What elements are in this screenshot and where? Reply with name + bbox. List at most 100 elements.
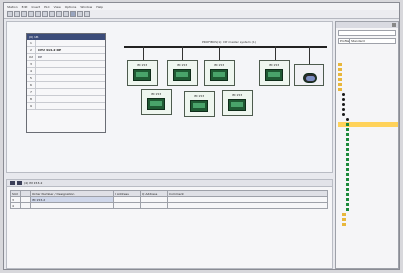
io-station-icon (265, 69, 283, 81)
module-icon (346, 133, 349, 136)
io-station-6[interactable]: IM 153 (141, 89, 172, 115)
cell-slot: 4 (10, 202, 21, 209)
slot-number: 8 (27, 96, 36, 102)
io-station-8[interactable]: IM 153 (222, 90, 253, 116)
network-icon[interactable] (77, 11, 83, 17)
node-icon (342, 113, 345, 116)
rack-slot-row[interactable]: 3 (27, 61, 105, 68)
io-station-icon (173, 69, 191, 81)
io-station-3[interactable]: IM 153 (204, 60, 235, 86)
node-icon (342, 98, 345, 101)
bus-drop (275, 46, 276, 60)
bus-drop (309, 46, 310, 64)
rack-slot-row[interactable]: 1 (27, 40, 105, 47)
cell-q-address[interactable] (140, 202, 168, 209)
station-label: IM 153 (214, 63, 225, 67)
slot-number: 7 (27, 89, 36, 95)
table-row[interactable]: 4 (10, 202, 328, 209)
slot-number: 5 (27, 75, 36, 81)
rack-slot-row[interactable]: 2 CPU 414-2 DP (27, 47, 105, 54)
cell-name[interactable] (30, 202, 114, 209)
cell-comment[interactable] (167, 202, 328, 209)
open-icon[interactable] (14, 11, 20, 17)
back-arrow-icon[interactable] (10, 181, 15, 185)
catalog-profile-field: Profile Standard (338, 38, 396, 44)
module-icon (346, 163, 349, 166)
menu-station[interactable]: Station (7, 5, 18, 9)
folder-icon (342, 218, 346, 221)
io-station-4[interactable]: IM 153 (259, 60, 290, 86)
upload-icon[interactable] (49, 11, 55, 17)
bus-drop (182, 46, 183, 60)
catalog-toggle-icon[interactable] (70, 11, 76, 17)
save-compile-icon[interactable] (28, 11, 34, 17)
io-station-5[interactable] (294, 64, 324, 86)
rack-slot-row[interactable]: X2 DP (27, 54, 105, 61)
node-icon (342, 108, 345, 111)
rack[interactable]: (0) UR 1 2 CPU 414-2 DP X2 DP 3 4 5 6 7 8 9 (26, 33, 106, 133)
catalog-tree-item[interactable] (338, 222, 398, 227)
node-icon (342, 93, 345, 96)
catalog-header (336, 22, 398, 28)
profile-select[interactable]: Standard (349, 39, 395, 43)
module-icon (346, 208, 349, 211)
menu-options[interactable]: Options (65, 5, 77, 9)
station-label: IM 153 (269, 63, 280, 67)
cell-i-address[interactable] (113, 202, 141, 209)
paste-icon[interactable] (63, 11, 69, 17)
io-station-2[interactable]: IM 153 (167, 60, 198, 86)
station-config-canvas[interactable]: (0) UR 1 2 CPU 414-2 DP X2 DP 3 4 5 6 7 8 9 PROFIBU… (6, 21, 333, 173)
module-detail-pane: (4) IM 153-2 Slot Order Number / Designa… (6, 179, 333, 269)
rack-slot-row[interactable]: 7 (27, 89, 105, 96)
detail-title: (4) IM 153-2 (24, 181, 43, 185)
rack-slot-row[interactable]: 4 (27, 68, 105, 75)
menu-window[interactable]: Window (80, 5, 92, 9)
station-label: IM 153 (177, 63, 188, 67)
module-icon (346, 128, 349, 131)
folder-icon (338, 78, 342, 81)
download-icon[interactable] (42, 11, 48, 17)
menu-help[interactable]: Help (96, 5, 103, 9)
module-icon (346, 168, 349, 171)
slot-number: X2 (27, 54, 36, 60)
catalog-search-field[interactable] (338, 30, 396, 36)
save-icon[interactable] (21, 11, 27, 17)
menu-edit[interactable]: Edit (22, 5, 28, 9)
rack-slot-row[interactable]: 8 (27, 96, 105, 103)
module-icon (346, 193, 349, 196)
forward-arrow-icon[interactable] (17, 181, 22, 185)
slot-number: 3 (27, 61, 36, 67)
slot-number: 9 (27, 103, 36, 109)
copy-icon[interactable] (56, 11, 62, 17)
folder-icon (338, 88, 342, 91)
module-icon (346, 198, 349, 201)
station-label: IM 153 (137, 63, 148, 67)
help-icon[interactable] (84, 11, 90, 17)
module-icon (346, 148, 349, 151)
rack-slot-row[interactable]: 5 (27, 75, 105, 82)
new-icon[interactable] (7, 11, 13, 17)
module-icon (346, 183, 349, 186)
rack-slot-row[interactable]: 6 (27, 82, 105, 89)
print-icon[interactable] (35, 11, 41, 17)
slot-number: 1 (27, 40, 36, 46)
folder-icon (338, 73, 342, 76)
module-icon (346, 178, 349, 181)
folder-icon (338, 83, 342, 86)
detail-titlebar: (4) IM 153-2 (7, 180, 332, 187)
profile-label: Profile (340, 39, 350, 43)
io-station-7[interactable]: IM 153 (184, 91, 215, 117)
io-station-1[interactable]: IM 153 (127, 60, 158, 86)
io-station-icon (228, 99, 246, 111)
slot-number: 6 (27, 82, 36, 88)
station-label: IM 153 (151, 92, 162, 96)
module-icon (346, 158, 349, 161)
menu-insert[interactable]: Insert (31, 5, 40, 9)
menu-view[interactable]: View (54, 5, 61, 9)
folder-icon (338, 63, 342, 66)
menu-plc[interactable]: PLC (44, 5, 50, 9)
rack-slot-row[interactable]: 9 (27, 103, 105, 110)
close-icon[interactable] (392, 23, 396, 27)
profibus-line[interactable] (124, 46, 327, 48)
slot-module: DP (38, 55, 43, 59)
